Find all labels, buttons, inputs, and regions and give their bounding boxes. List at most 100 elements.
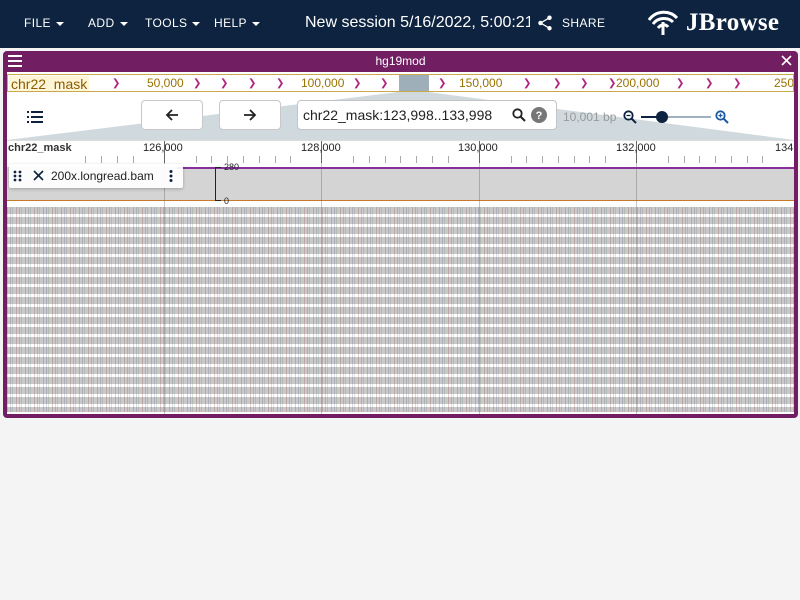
alignments-track[interactable]: 280 0 200x.longread.bam xyxy=(7,162,794,414)
ruler-minor-tick xyxy=(526,156,527,163)
ruler-minor-tick xyxy=(574,156,575,163)
arrow-right-icon xyxy=(244,109,257,121)
tools-menu-label: TOOLS xyxy=(145,16,188,30)
file-menu-label: FILE xyxy=(24,16,51,30)
coverage-axis-tick xyxy=(215,167,221,168)
ruler-minor-tick xyxy=(715,156,716,163)
strand-chevron: ❯ xyxy=(248,78,257,89)
track-selector-icon[interactable] xyxy=(27,110,43,124)
ruler-minor-tick xyxy=(432,156,433,163)
ruler-tick-label: 126,000 xyxy=(143,142,183,154)
chevron-down-icon xyxy=(119,21,128,26)
file-menu[interactable]: FILE xyxy=(24,16,64,30)
gridline xyxy=(636,163,637,414)
scroll-back-button[interactable] xyxy=(141,100,203,130)
strand-chevron: ❯ xyxy=(276,78,285,89)
ruler-minor-tick xyxy=(400,156,401,163)
strand-chevron: ❯ xyxy=(676,78,685,89)
overview-tick-label: 150,000 xyxy=(459,76,503,90)
ruler-minor-tick xyxy=(133,156,134,163)
gridline xyxy=(164,163,165,414)
overview-tick-label: 100,000 xyxy=(301,76,345,90)
svg-text:?: ? xyxy=(536,110,543,122)
ruler-minor-tick xyxy=(385,156,386,163)
coverage-top-line xyxy=(177,167,794,169)
more-vert-icon[interactable] xyxy=(169,170,173,182)
ruler-minor-tick xyxy=(605,156,606,163)
strand-chevron: ❯ xyxy=(523,78,532,89)
ruler-minor-tick xyxy=(290,156,291,163)
ruler-minor-tick xyxy=(117,156,118,163)
gridline xyxy=(321,163,322,414)
coverage-axis-max-label: 280 xyxy=(224,162,240,172)
jbrowse-logo: JBrowse xyxy=(646,8,779,38)
overview-chromosome-label: chr22_mask xyxy=(9,76,90,92)
help-menu[interactable]: HELP xyxy=(214,16,260,30)
share-button[interactable]: SHARE xyxy=(536,14,605,32)
strand-chevron: ❯ xyxy=(112,78,121,89)
ruler-minor-tick xyxy=(542,156,543,163)
zoom-slider-thumb[interactable] xyxy=(656,111,668,123)
drag-handle-icon[interactable] xyxy=(13,170,23,182)
ruler-minor-tick xyxy=(699,156,700,163)
arrow-left-icon xyxy=(165,109,178,121)
ruler-minor-tick xyxy=(211,156,212,163)
ruler-minor-tick xyxy=(558,156,559,163)
strand-chevron: ❯ xyxy=(733,78,742,89)
ruler-minor-tick xyxy=(275,156,276,163)
track-name: 200x.longread.bam xyxy=(51,169,154,183)
overview-tick-label: 200,000 xyxy=(616,76,660,90)
coordinate-ruler[interactable]: chr22_mask 126,000 128,000 130,000 132,0… xyxy=(7,140,794,163)
overview-tick-label: 250 xyxy=(774,76,794,90)
ruler-minor-tick xyxy=(747,156,748,163)
bp-width-label: 10,001 bp xyxy=(563,110,617,124)
ruler-minor-tick xyxy=(259,156,260,163)
chevron-down-icon xyxy=(192,21,201,26)
strand-chevron: ❯ xyxy=(193,78,202,89)
ruler-minor-tick xyxy=(762,156,763,163)
app-bar: FILE ADD TOOLS HELP New session 5/16/202… xyxy=(0,0,800,48)
track-label: 200x.longread.bam xyxy=(9,164,183,188)
strand-chevron: ❯ xyxy=(353,78,362,89)
scroll-forward-button[interactable] xyxy=(219,100,281,130)
add-menu-label: ADD xyxy=(88,16,115,30)
logo-text: JBrowse xyxy=(686,9,780,36)
ruler-minor-tick xyxy=(85,156,86,163)
zoom-in-icon[interactable] xyxy=(715,110,729,124)
close-icon[interactable] xyxy=(781,55,792,66)
strand-chevron: ❯ xyxy=(438,78,447,89)
ruler-minor-tick xyxy=(369,156,370,163)
location-input[interactable] xyxy=(303,107,503,123)
tools-menu[interactable]: TOOLS xyxy=(145,16,201,30)
ruler-minor-tick xyxy=(196,156,197,163)
coverage-axis-tick xyxy=(215,200,221,201)
overview-ruler[interactable]: chr22_mask ❯ ❯ ❯ ❯ ❯ ❯ ❯ ❯ ❯ ❯ ❯ ❯ ❯ ❯ ❯… xyxy=(7,74,794,92)
ruler-minor-tick xyxy=(731,156,732,163)
chevron-down-icon xyxy=(251,21,260,26)
coverage-axis-min-label: 0 xyxy=(224,196,230,206)
ruler-minor-tick xyxy=(668,156,669,163)
ruler-chromosome-label: chr22_mask xyxy=(8,142,72,154)
search-icon[interactable] xyxy=(512,108,526,122)
overview-visible-region[interactable] xyxy=(399,75,429,91)
close-icon[interactable] xyxy=(33,170,44,181)
strand-chevron: ❯ xyxy=(380,78,389,89)
strand-chevron: ❯ xyxy=(580,78,589,89)
help-menu-label: HELP xyxy=(214,16,247,30)
zoom-out-icon[interactable] xyxy=(623,110,637,124)
ruler-minor-tick xyxy=(353,156,354,163)
help-icon[interactable]: ? xyxy=(531,107,547,123)
share-label: SHARE xyxy=(562,16,606,30)
ruler-tick-label: 134 xyxy=(775,142,794,154)
pileup-reads[interactable] xyxy=(7,207,794,412)
coverage-baseline xyxy=(7,200,794,201)
location-search-box[interactable]: ? xyxy=(297,100,557,130)
ruler-minor-tick xyxy=(243,156,244,163)
share-icon xyxy=(538,15,552,31)
coverage-y-axis xyxy=(215,167,216,201)
ruler-tick-label: 132,000 xyxy=(616,142,656,154)
overview-tick-label: 50,000 xyxy=(147,76,184,90)
session-title[interactable]: New session 5/16/2022, 5:00:21 PM xyxy=(305,14,530,32)
add-menu[interactable]: ADD xyxy=(88,16,128,30)
ruler-tick-label: 130,000 xyxy=(458,142,498,154)
